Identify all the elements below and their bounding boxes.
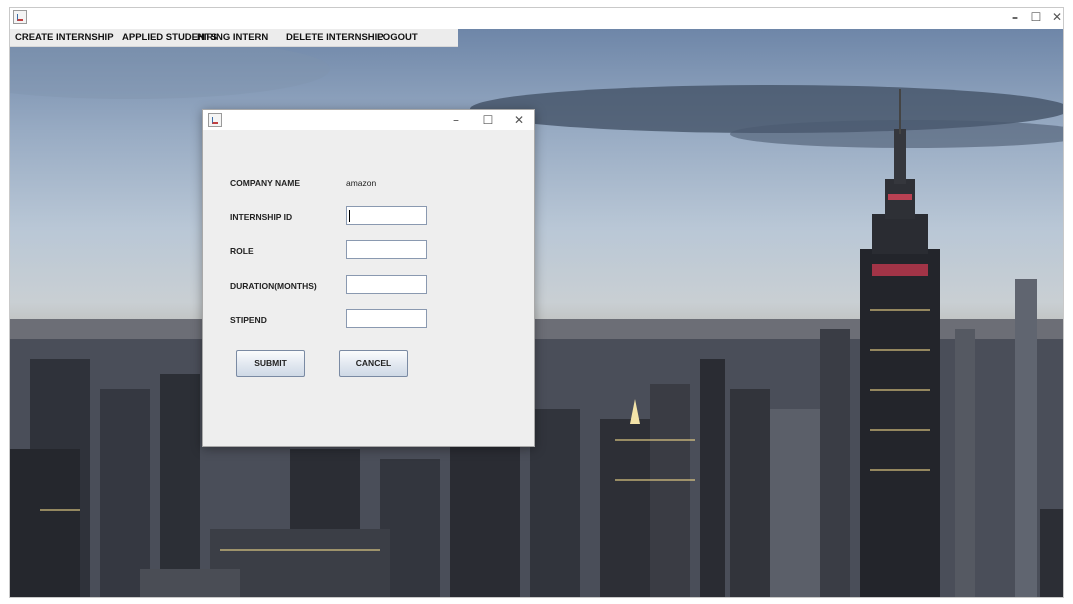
java-app-icon (208, 113, 222, 127)
dialog-minimize-button[interactable]: – (440, 110, 472, 130)
company-name-label: COMPANY NAME (230, 178, 301, 188)
main-close-button[interactable]: ✕ (1043, 7, 1071, 28)
main-window: – CREATE INTERNSHIP APPLIED STUDENTS HIR… (9, 7, 1064, 598)
menu-hiring-intern[interactable]: HIRING INTERN (197, 29, 268, 46)
dialog-close-button[interactable]: ✕ (503, 110, 535, 130)
city-skyline-graphic (10, 39, 1063, 597)
menu-delete-internship[interactable]: DELETE INTERNSHIP (286, 29, 384, 46)
submit-button[interactable]: SUBMIT (236, 350, 305, 377)
create-internship-dialog: – ☐ ✕ COMPANY NAME amazon INTERNSHIP ID … (202, 109, 535, 447)
menu-create-internship[interactable]: CREATE INTERNSHIP (15, 29, 114, 46)
duration-label: DURATION(MONTHS) (230, 281, 317, 291)
dialog-titlebar: – ☐ ✕ (203, 110, 534, 130)
main-titlebar: – (10, 8, 1063, 29)
role-input[interactable] (346, 240, 427, 259)
dialog-maximize-button[interactable]: ☐ (472, 110, 504, 130)
role-label: ROLE (230, 246, 254, 256)
duration-input[interactable] (346, 275, 427, 294)
java-app-icon (13, 10, 27, 24)
company-name-value: amazon (346, 178, 377, 188)
stipend-input[interactable] (346, 309, 427, 328)
cancel-button[interactable]: CANCEL (339, 350, 408, 377)
internship-id-label: INTERNSHIP ID (230, 212, 293, 222)
stipend-label: STIPEND (230, 315, 267, 325)
menu-logout[interactable]: LOGOUT (377, 29, 418, 46)
text-caret (349, 210, 350, 222)
internship-id-input[interactable] (346, 206, 427, 225)
city-background-image (10, 29, 1063, 597)
main-menubar: CREATE INTERNSHIP APPLIED STUDENTS HIRIN… (10, 29, 458, 47)
